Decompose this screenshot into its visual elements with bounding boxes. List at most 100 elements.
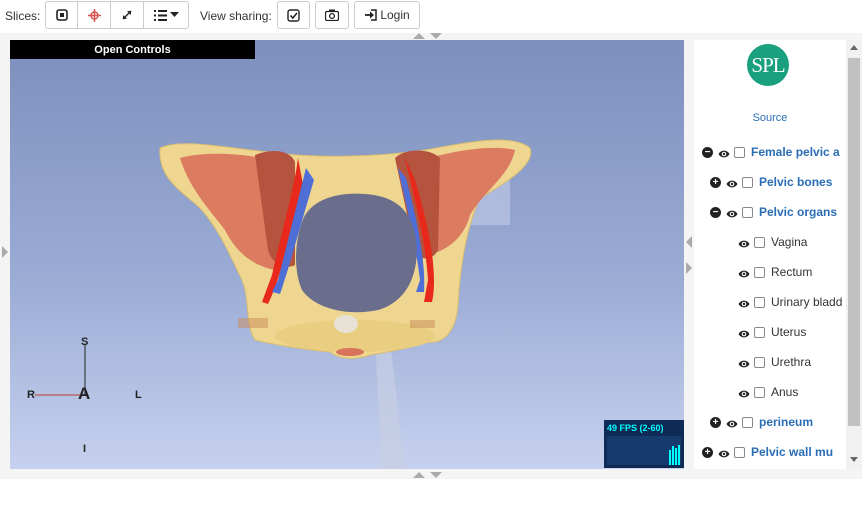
compress-button[interactable] bbox=[111, 1, 144, 29]
3d-viewer[interactable]: Open Controls S R A L I 49 FPS (2-60) bbox=[10, 40, 684, 469]
share-check-button[interactable] bbox=[277, 1, 310, 29]
bone-tan-left bbox=[238, 318, 268, 328]
axis-inferior: I bbox=[83, 443, 87, 455]
tree-checkbox[interactable] bbox=[754, 356, 765, 368]
tree-item[interactable]: Anus bbox=[738, 382, 798, 402]
eye-icon[interactable] bbox=[738, 268, 750, 280]
tree-item-label: Pelvic bones bbox=[759, 175, 833, 189]
eye-icon[interactable] bbox=[718, 148, 730, 160]
axis-anterior: A bbox=[78, 384, 91, 403]
tree-item[interactable]: Uterus bbox=[738, 322, 806, 342]
login-label: Login bbox=[380, 8, 410, 22]
spl-logo: SPL bbox=[747, 44, 789, 86]
toolbar: Slices: View sharing: Login bbox=[0, 0, 862, 33]
tree-item-label: Pelvic wall mu bbox=[751, 445, 834, 459]
camera-icon bbox=[325, 9, 339, 21]
tree-item-label: Urinary bladd bbox=[771, 295, 843, 309]
tree-item[interactable]: Urinary bladd bbox=[738, 292, 842, 312]
view-sharing-label: View sharing: bbox=[200, 9, 272, 23]
scene-panel: SPL Source − Female pelvic a + Pelvic bones… bbox=[694, 40, 846, 469]
collapse-right-icon[interactable] bbox=[686, 262, 692, 274]
tree-checkbox[interactable] bbox=[754, 266, 765, 278]
eye-icon[interactable] bbox=[726, 208, 738, 220]
tree-checkbox[interactable] bbox=[734, 446, 745, 458]
screenshot-button[interactable] bbox=[315, 1, 349, 29]
top-splitter[interactable] bbox=[0, 33, 862, 40]
tree-checkbox[interactable] bbox=[754, 386, 765, 398]
tree-checkbox[interactable] bbox=[734, 146, 745, 158]
tree-checkbox[interactable] bbox=[742, 206, 753, 218]
fps-label: 49 FPS (2-60) bbox=[607, 423, 664, 433]
eye-icon[interactable] bbox=[726, 418, 738, 430]
expand-icon[interactable]: + bbox=[702, 446, 713, 458]
slices-label: Slices: bbox=[5, 9, 41, 23]
slice-view-button[interactable] bbox=[45, 1, 78, 29]
scroll-thumb[interactable] bbox=[848, 58, 860, 426]
slices-button-group bbox=[45, 1, 189, 29]
collapse-left-icon[interactable] bbox=[686, 236, 692, 248]
tree-item[interactable]: + Pelvic wall mu bbox=[702, 442, 833, 462]
eye-icon[interactable] bbox=[718, 448, 730, 460]
tree-item[interactable]: + perineum bbox=[710, 412, 813, 432]
eye-icon[interactable] bbox=[738, 298, 750, 310]
expand-left-icon[interactable] bbox=[2, 246, 8, 258]
tree-item-label: Anus bbox=[771, 385, 799, 399]
tree-item[interactable]: − Pelvic organs bbox=[710, 202, 837, 222]
collapse-down-icon[interactable] bbox=[430, 33, 442, 39]
bone-tan-right bbox=[410, 320, 435, 328]
scroll-down-icon[interactable] bbox=[850, 457, 858, 462]
eye-icon[interactable] bbox=[738, 388, 750, 400]
eye-icon[interactable] bbox=[738, 238, 750, 250]
source-link[interactable]: Source bbox=[694, 112, 846, 124]
tree-item-label: Female pelvic a bbox=[751, 145, 840, 159]
axis-right: R bbox=[27, 389, 35, 401]
expand-up-icon[interactable] bbox=[413, 472, 425, 478]
fps-meter: 49 FPS (2-60) bbox=[604, 420, 684, 468]
square-icon bbox=[55, 9, 68, 21]
compress-icon bbox=[122, 10, 132, 20]
eye-icon[interactable] bbox=[738, 358, 750, 370]
collapse-up-icon[interactable] bbox=[413, 33, 425, 39]
perineum-body bbox=[336, 348, 364, 356]
checkbox-icon bbox=[287, 8, 300, 22]
fps-graph bbox=[607, 436, 681, 465]
list-dropdown-button[interactable] bbox=[144, 1, 189, 29]
tree-item-label: Pelvic organs bbox=[759, 205, 838, 219]
tree-item-label: Vagina bbox=[771, 235, 808, 249]
caret-down-icon bbox=[169, 12, 179, 17]
slice-plane bbox=[375, 340, 405, 469]
tree-item-label: Rectum bbox=[771, 265, 813, 279]
tree-item[interactable]: − Female pelvic a bbox=[702, 142, 840, 162]
axis-superior: S bbox=[81, 336, 89, 348]
tree-item[interactable]: + Pelvic bones bbox=[710, 172, 832, 192]
eye-icon[interactable] bbox=[726, 178, 738, 190]
scroll-up-icon[interactable] bbox=[850, 45, 858, 50]
collapse-icon[interactable]: − bbox=[710, 206, 721, 218]
fps-bars bbox=[669, 445, 680, 465]
tree-checkbox[interactable] bbox=[754, 296, 765, 308]
tree-item[interactable]: Rectum bbox=[738, 262, 812, 282]
tree-checkbox[interactable] bbox=[742, 416, 753, 428]
tree-item-label: Urethra bbox=[771, 355, 812, 369]
axis-left: L bbox=[135, 389, 142, 401]
crosshair-button[interactable] bbox=[78, 1, 111, 29]
tree-item-label: perineum bbox=[759, 415, 814, 429]
list-icon bbox=[153, 9, 167, 21]
tree-item[interactable]: Vagina bbox=[738, 232, 807, 252]
eye-icon[interactable] bbox=[738, 328, 750, 340]
tree-checkbox[interactable] bbox=[754, 236, 765, 248]
tree-item-label: Uterus bbox=[771, 325, 807, 339]
left-splitter[interactable] bbox=[0, 40, 10, 469]
sign-in-icon bbox=[365, 9, 378, 21]
tree-checkbox[interactable] bbox=[754, 326, 765, 338]
tree-checkbox[interactable] bbox=[742, 176, 753, 188]
login-button[interactable]: Login bbox=[354, 1, 420, 29]
expand-icon[interactable]: + bbox=[710, 416, 721, 428]
tree-item[interactable]: Urethra bbox=[738, 352, 811, 372]
panel-scrollbar[interactable] bbox=[846, 40, 862, 469]
panel-splitter[interactable] bbox=[684, 40, 694, 469]
collapse-icon[interactable]: − bbox=[702, 146, 713, 158]
expand-down-icon[interactable] bbox=[430, 472, 442, 478]
bottom-splitter[interactable] bbox=[0, 469, 862, 479]
expand-icon[interactable]: + bbox=[710, 176, 721, 188]
